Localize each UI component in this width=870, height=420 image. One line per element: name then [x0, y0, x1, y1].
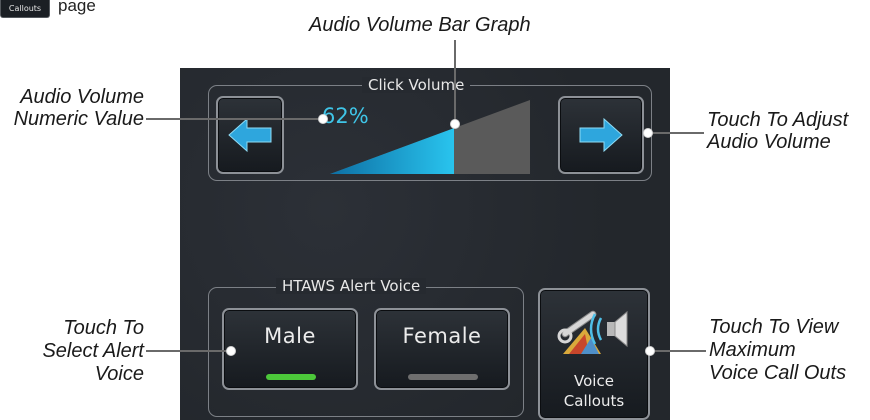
dot-select	[226, 346, 236, 356]
volume-increase-button[interactable]	[558, 96, 644, 174]
callout-select-line2: Select Alert	[42, 340, 144, 362]
male-voice-button[interactable]: Male	[222, 308, 358, 390]
voice-callouts-button[interactable]: Voice Callouts	[538, 288, 650, 420]
voice-callouts-chip: Callouts	[0, 0, 50, 18]
callout-adjust-line1: Touch To Adjust	[707, 109, 849, 131]
page-text-fragment: page	[58, 0, 96, 15]
device-screen: Click Volume 62% HTAWS Alert Voice Male	[180, 68, 670, 420]
female-voice-label: Female	[402, 324, 482, 348]
wrench-speaker-icon	[557, 310, 628, 354]
dot-numeric-value	[318, 114, 328, 124]
callout-select-line3: Voice	[94, 363, 144, 385]
dot-bar-graph	[450, 119, 460, 129]
leader-select	[146, 350, 230, 352]
leader-bar-graph	[454, 40, 456, 124]
callout-bar-graph: Audio Volume Bar Graph	[309, 14, 531, 36]
male-voice-label: Male	[264, 324, 316, 348]
callout-adjust-line2: Audio Volume	[707, 131, 831, 153]
callout-view-line1: Touch To View	[709, 316, 839, 338]
dot-view	[645, 346, 655, 356]
volume-value: 62%	[322, 104, 369, 128]
callout-select-line1: Touch To	[63, 317, 144, 339]
right-arrow-icon	[579, 117, 623, 153]
leader-view	[654, 350, 706, 352]
left-arrow-icon	[228, 117, 272, 153]
voice-callouts-label-line1: Voice	[574, 372, 614, 390]
dot-adjust	[643, 128, 653, 138]
alert-voice-title: HTAWS Alert Voice	[276, 278, 427, 294]
volume-decrease-button[interactable]	[216, 96, 284, 174]
voice-callouts-label-line2: Callouts	[563, 392, 625, 410]
callout-view-line2: Maximum	[709, 339, 796, 361]
female-voice-button[interactable]: Female	[374, 308, 510, 390]
callout-numeric-value-line2: Numeric Value	[13, 108, 144, 130]
leader-numeric-value	[146, 118, 322, 120]
leader-adjust	[650, 132, 704, 134]
callout-view-line3: Voice Call Outs	[709, 362, 847, 384]
male-selected-indicator	[266, 374, 316, 380]
female-unselected-indicator	[408, 374, 478, 380]
callout-numeric-value-line1: Audio Volume	[20, 86, 144, 108]
